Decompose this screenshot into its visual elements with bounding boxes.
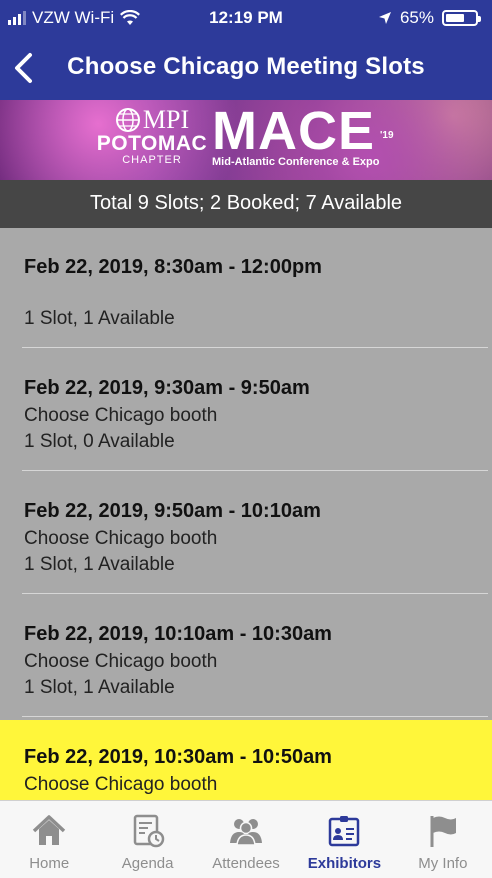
tab-home[interactable]: Home [0,801,98,878]
slot-time: Feb 22, 2019, 10:10am - 10:30am [24,623,332,645]
divider [22,470,488,471]
globe-icon [115,108,140,132]
mace-year: '19 [380,130,394,141]
slots-summary: Total 9 Slots; 2 Booked; 7 Available [0,180,492,228]
battery-icon [442,10,481,26]
tab-my-info[interactable]: My Info [394,801,492,878]
page-title: Choose Chicago Meeting Slots [67,53,425,80]
slot-time: Feb 22, 2019, 9:30am - 9:50am [24,377,310,399]
location-arrow-icon [378,12,391,24]
slot-row[interactable]: Feb 22, 2019, 8:30am - 12:00pm 1 Slot, 1… [0,228,488,348]
mace-logo: MACE '19 Mid-Atlantic Conference & Expo [212,102,412,168]
divider [22,347,488,348]
slot-time: Feb 22, 2019, 9:50am - 10:10am [24,500,321,522]
flag-icon [430,816,456,847]
attendees-icon [230,819,263,846]
slot-row-highlighted[interactable]: Feb 22, 2019, 10:30am - 10:50am Choose C… [0,720,492,800]
slot-availability: 1 Slot, 1 Available [24,677,175,698]
slot-availability: 1 Slot, 1 Available [24,554,175,575]
slot-booth: Choose Chicago booth [24,528,218,549]
tab-label: Home [29,855,70,872]
home-icon [33,815,66,845]
tab-agenda[interactable]: Agenda [98,801,196,878]
divider [22,593,488,594]
slot-row[interactable]: Feb 22, 2019, 9:30am - 9:50am Choose Chi… [0,351,488,471]
tab-attendees[interactable]: Attendees [197,801,295,878]
mace-subtitle: Mid-Atlantic Conference & Expo [212,156,380,168]
slot-time: Feb 22, 2019, 8:30am - 12:00pm [24,256,322,278]
exhibitors-icon [329,816,360,847]
potomac-text: POTOMAC [96,132,208,155]
tab-exhibitors[interactable]: Exhibitors [295,801,393,878]
status-bar: VZW Wi-Fi 12:19 PM 65% [0,0,492,36]
slot-booth: Choose Chicago booth [24,651,218,672]
agenda-icon [133,814,164,848]
tab-label: Agenda [121,855,174,872]
tab-label: My Info [418,855,468,872]
slot-list: Feb 22, 2019, 8:30am - 12:00pm 1 Slot, 1… [0,228,492,800]
divider [22,716,488,717]
mpi-potomac-logo: MPI POTOMAC CHAPTER [92,105,212,167]
chapter-text: CHAPTER [122,154,182,166]
slot-booth: Choose Chicago booth [24,774,218,795]
slot-availability: 1 Slot, 0 Available [24,431,175,452]
slot-booth: Choose Chicago booth [24,405,218,426]
slot-row[interactable]: Feb 22, 2019, 10:10am - 10:30am Choose C… [0,597,488,717]
slot-time: Feb 22, 2019, 10:30am - 10:50am [24,746,332,768]
tab-label: Attendees [212,855,280,872]
navigation-bar: Choose Chicago Meeting Slots [0,36,492,100]
tab-bar: Home Agenda Attendees Exhibitors My Info [0,800,492,878]
event-banner: MPI POTOMAC CHAPTER MACE '19 Mid-Atlanti… [0,100,492,180]
status-right: 65% [378,8,481,28]
mpi-text: MPI [142,105,190,134]
tab-label: Exhibitors [307,855,382,872]
slot-row[interactable]: Feb 22, 2019, 9:50am - 10:10am Choose Ch… [0,474,488,594]
slot-availability: 1 Slot, 1 Available [24,308,175,329]
battery-percent: 65% [399,8,434,27]
